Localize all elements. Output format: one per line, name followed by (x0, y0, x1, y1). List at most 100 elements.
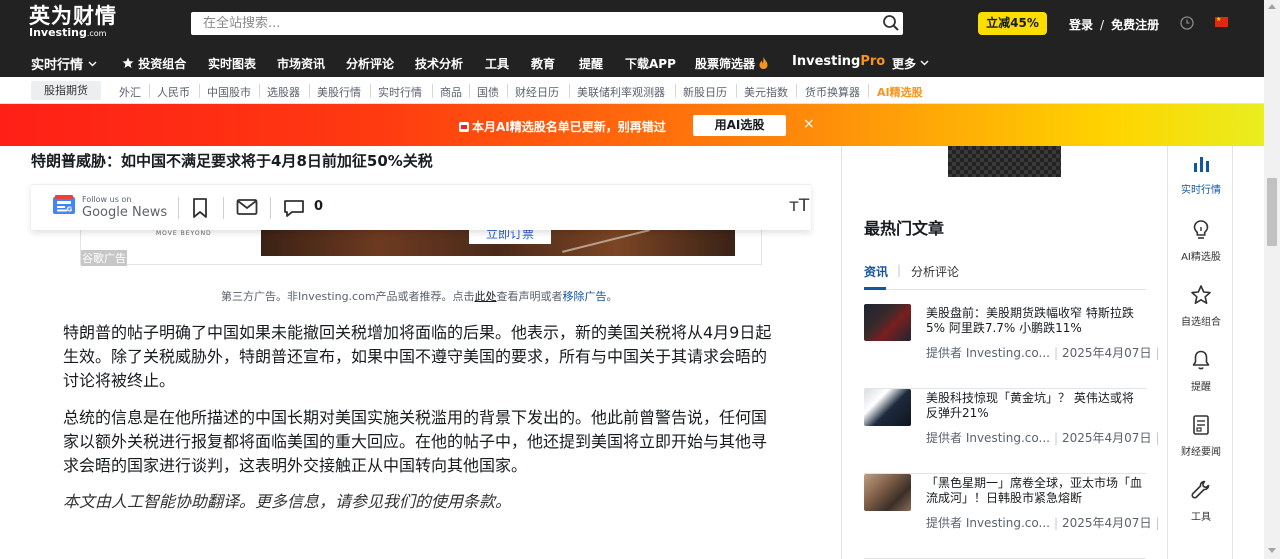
bell-icon (1192, 350, 1210, 370)
rail-alerts[interactable]: 提醒 (1168, 349, 1234, 393)
news-thumbnail[interactable] (864, 474, 911, 511)
subnav-commodities[interactable]: 商品 (440, 84, 462, 100)
star-icon (122, 57, 134, 68)
subnav-index-futures[interactable]: 股指期货 (31, 81, 101, 100)
sidebar-ad-image[interactable] (948, 146, 1061, 177)
bookmark-icon[interactable] (191, 197, 209, 223)
news-title[interactable]: 美股盘前：美股期货跌幅收窄 特斯拉跌5% 阿里跌7.7% 小鹏跌11% (926, 306, 1144, 336)
nav-analysis[interactable]: 分析评论 (346, 55, 394, 72)
news-title[interactable]: 美股科技惊现「黄金坑」？ 英伟达或将反弹升21% (926, 391, 1144, 421)
promo-discount-button[interactable]: 立减45% (978, 12, 1047, 35)
scroll-up-arrow[interactable] (1268, 4, 1276, 9)
news-title[interactable]: 「黑色星期一」席卷全球，亚太市场「血流成河」！日韩股市紧急熔断 (926, 476, 1144, 506)
news-thumbnail[interactable] (864, 304, 911, 341)
nav-tools[interactable]: 工具 (485, 55, 509, 72)
scrollbar-thumb[interactable] (1267, 178, 1277, 246)
subnav-live-quotes[interactable]: 实时行情 (378, 84, 422, 100)
subnav-divider (736, 84, 737, 98)
nav-live-charts[interactable]: 实时图表 (208, 55, 256, 72)
subnav-divider (868, 84, 869, 98)
nav-education[interactable]: 教育 (531, 55, 555, 72)
news-item[interactable]: 美股盘前：美股期货跌幅收窄 特斯拉跌5% 阿里跌7.7% 小鹏跌11% 提供者 … (864, 304, 1160, 389)
scroll-down-arrow[interactable] (1268, 548, 1276, 553)
nav-technical[interactable]: 技术分析 (415, 55, 463, 72)
logo-cn: 英为财情 (29, 4, 117, 28)
news-source: 提供者 Investing.co... (926, 516, 1050, 530)
subnav-divider (569, 84, 570, 98)
site-logo[interactable]: 英为财情 Investing.com (29, 5, 117, 40)
rail-ai-picks[interactable]: AI精选股 (1168, 219, 1234, 263)
nav-quotes[interactable]: 实时行情 (31, 54, 97, 73)
share-toolbar: G Follow us on Google News 0 тT (31, 184, 811, 230)
active-tab-indicator (864, 287, 886, 290)
news-thumbnail[interactable] (864, 389, 911, 426)
subnav-ipo-calendar[interactable]: 新股日历 (683, 84, 727, 100)
font-size-button[interactable]: тT (789, 196, 809, 216)
search-icon[interactable] (882, 14, 900, 36)
subnav-currency-converter[interactable]: 货币换算器 (805, 84, 860, 100)
news-item[interactable]: 「黑色星期一」席卷全球，亚太市场「血流成河」！日韩股市紧急熔断 提供者 Inve… (864, 474, 1160, 559)
subnav-stock-picker[interactable]: 选股器 (267, 84, 300, 100)
rail-quotes[interactable]: 实时行情 (1168, 154, 1234, 196)
subnav-us-stocks[interactable]: 美股行情 (317, 84, 361, 100)
tab-news[interactable]: 资讯 (864, 263, 888, 280)
tab-analysis[interactable]: 分析评论 (911, 263, 959, 280)
subnav-bonds[interactable]: 国债 (477, 84, 499, 100)
wrench-icon (1191, 480, 1210, 499)
register-link[interactable]: 免费注册 (1111, 18, 1159, 32)
rail-label: 工具 (1191, 512, 1211, 523)
main-nav: 实时行情 投资组合 实时图表 市场资讯 分析评论 技术分析 工具 教育 提醒 下… (0, 48, 1264, 77)
nav-investing-pro[interactable]: InvestingPro (792, 54, 885, 69)
disclaimer-here-link[interactable]: 此处 (475, 290, 497, 303)
ad-banner[interactable]: MOVE BEYOND 立即订票 谷歌广告 (80, 224, 762, 266)
subnav-ai-picks[interactable]: AI精选股 (877, 84, 923, 100)
news-meta: 提供者 Investing.co... | 2025年4月07日 | (926, 516, 1160, 530)
rail-tools[interactable]: 工具 (1168, 479, 1234, 523)
subnav-divider (309, 84, 310, 98)
subnav-divider (149, 84, 150, 98)
article-headline: 特朗普威胁：如中国不满足要求将于4月8日前加征50%关税 (31, 152, 433, 170)
remove-ads-link[interactable]: 移除广告 (563, 290, 607, 303)
mail-icon[interactable] (236, 198, 258, 220)
auth-separator: / (1100, 18, 1105, 32)
top-header: 英为财情 Investing.com 立减45% 登录 / 免费注册 (0, 0, 1264, 48)
nav-news[interactable]: 市场资讯 (277, 55, 325, 72)
subnav-fed-rate-monitor[interactable]: 美联储利率观测器 (577, 84, 665, 100)
close-icon[interactable]: × (803, 116, 815, 132)
news-item[interactable]: 美股科技惊现「黄金坑」？ 英伟达或将反弹升21% 提供者 Investing.c… (864, 389, 1160, 474)
clock-icon[interactable] (1180, 15, 1194, 34)
rail-economic-news[interactable]: 财经要闻 (1168, 414, 1234, 458)
banner-cta-button[interactable]: 用AI选股 (693, 115, 786, 136)
comment-icon[interactable] (283, 198, 305, 222)
subnav-rmb[interactable]: 人民币 (157, 84, 190, 100)
search-box[interactable] (191, 12, 903, 35)
rail-watchlist[interactable]: 自选组合 (1168, 284, 1234, 328)
news-source: 提供者 Investing.co... (926, 346, 1050, 360)
nav-download-app[interactable]: 下载APP (625, 55, 676, 72)
toolbar-divider (178, 197, 179, 219)
subnav-forex[interactable]: 外汇 (119, 84, 141, 100)
google-news-follow[interactable]: G Follow us on Google News (52, 194, 167, 220)
nav-portfolio[interactable]: 投资组合 (122, 55, 186, 72)
news-date: 2025年4月07日 (1062, 516, 1152, 530)
nav-more[interactable]: 更多 (892, 55, 929, 72)
subnav-divider (370, 84, 371, 98)
page-scrollbar[interactable] (1264, 0, 1280, 559)
login-link[interactable]: 登录 (1069, 18, 1093, 32)
comment-count[interactable]: 0 (314, 199, 323, 214)
nav-alerts[interactable]: 提醒 (579, 55, 603, 72)
subnav-china-stocks[interactable]: 中国股市 (207, 84, 251, 100)
google-news-icon: G (53, 195, 75, 214)
star-icon (1191, 285, 1211, 304)
subnav-dollar-index[interactable]: 美元指数 (744, 84, 788, 100)
rail-label: AI精选股 (1181, 252, 1221, 263)
nav-stock-screener[interactable]: 股票筛选器 (695, 55, 768, 72)
china-flag-icon[interactable] (1215, 16, 1228, 27)
subnav-economic-calendar[interactable]: 财经日历 (515, 84, 559, 100)
search-input[interactable] (191, 12, 851, 35)
follow-text: Follow us on (82, 195, 132, 204)
news-meta: 提供者 Investing.co... | 2025年4月07日 | (926, 346, 1160, 360)
ai-translation-note: 本文由人工智能协助翻译。更多信息，请参见我们的使用条款。 (63, 492, 512, 511)
subnav-divider (507, 84, 508, 98)
lightbulb-icon (1193, 220, 1209, 239)
